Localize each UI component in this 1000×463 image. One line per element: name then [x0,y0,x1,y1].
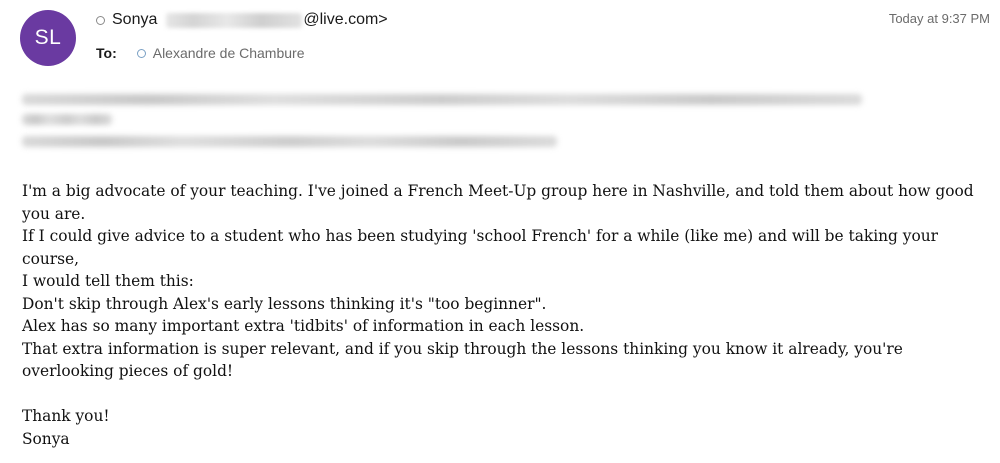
sender-email-domain[interactable]: @live.com> [303,11,387,29]
sender-name[interactable]: Sonya [112,11,157,29]
body-paragraph: If I could give advice to a student who … [22,227,939,268]
body-paragraph: Don't skip through Alex's early lessons … [22,294,547,313]
signature-line: Sonya [22,429,70,448]
message-body: I'm a big advocate of your teaching. I'v… [22,180,997,450]
avatar-initials: SL [34,26,62,49]
body-paragraph: I would tell them this: [22,272,194,290]
redacted-email-blur [166,12,303,28]
redacted-line [22,114,112,125]
body-paragraph: That extra information is super relevant… [22,339,903,381]
to-row: To: Alexandre de Chambure [96,45,305,61]
message-timestamp: Today at 9:37 PM [888,11,990,26]
redacted-text-block [22,90,872,160]
closing-line: Thank you! [22,407,110,425]
body-paragraph: I'm a big advocate of your teaching. I'v… [22,182,974,223]
sender-avatar[interactable]: SL [20,10,76,66]
from-row: Sonya @live.com> [96,11,388,29]
redacted-line [22,94,862,105]
body-paragraph: Alex has so many important extra 'tidbit… [22,317,585,335]
recipient-status-icon [136,48,146,58]
to-label: To: [96,45,117,61]
sender-status-icon [96,15,105,25]
redacted-line [22,136,557,147]
recipient-name[interactable]: Alexandre de Chambure [153,45,305,61]
